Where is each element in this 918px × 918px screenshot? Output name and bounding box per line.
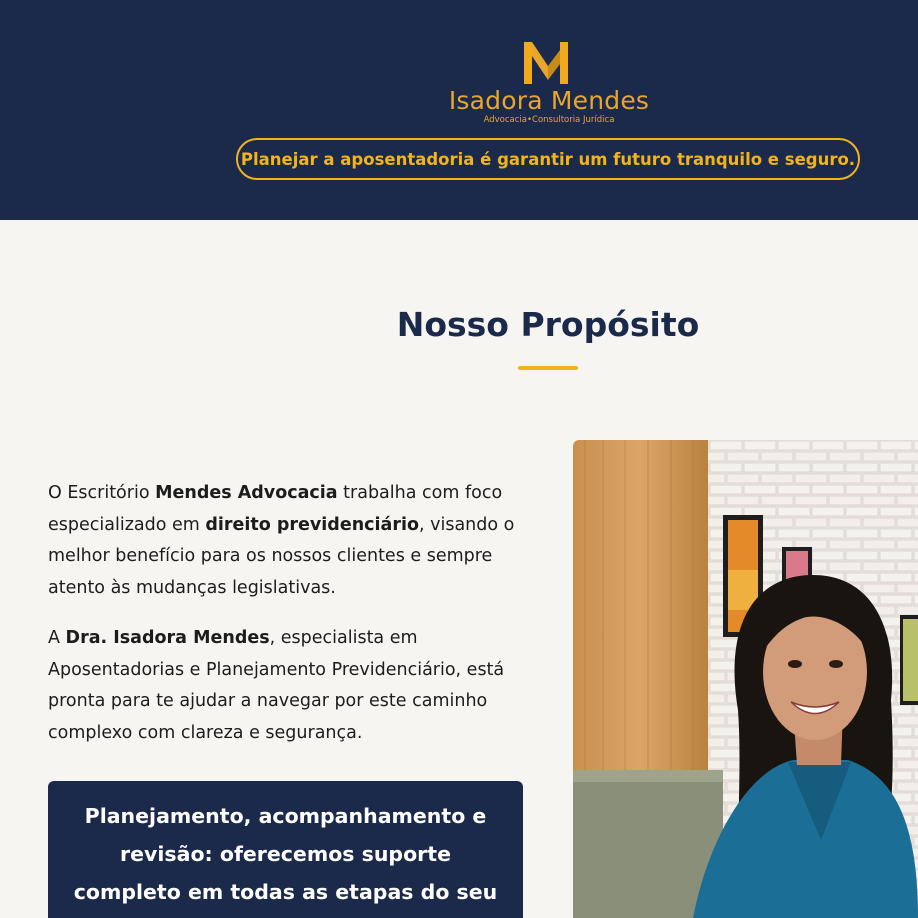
purpose-paragraph-1: O Escritório Mendes Advocacia trabalha c… [48, 478, 518, 604]
logo-name: Isadora Mendes [448, 86, 650, 115]
lawyer-name: Dra. Isadora Mendes [65, 628, 270, 648]
lawyer-photo [573, 440, 918, 918]
text-span: A [48, 628, 66, 648]
site-header: Isadora Mendes Advocacia•Consultoria Jur… [0, 0, 918, 220]
tagline-badge: Planejar a aposentadoria é garantir um f… [236, 138, 860, 180]
logo-subtitle: Advocacia•Consultoria Jurídica [483, 115, 615, 125]
text-span: O Escritório [48, 483, 156, 503]
firm-name: Mendes Advocacia [155, 483, 338, 503]
section-title: Nosso Propósito [396, 305, 700, 344]
practice-area: direito previdenciário [205, 514, 419, 535]
logo-monogram-icon [524, 42, 568, 84]
title-underline [518, 366, 578, 370]
highlight-box: Planejamento, acompanhamento e revisão: … [48, 781, 523, 918]
tagline-text: Planejar a aposentadoria é garantir um f… [240, 149, 856, 169]
purpose-paragraph-2: A Dra. Isadora Mendes, especialista em A… [48, 623, 518, 749]
highlight-text: Planejamento, acompanhamento e revisão: … [73, 804, 498, 904]
portrait-illustration [573, 440, 918, 918]
